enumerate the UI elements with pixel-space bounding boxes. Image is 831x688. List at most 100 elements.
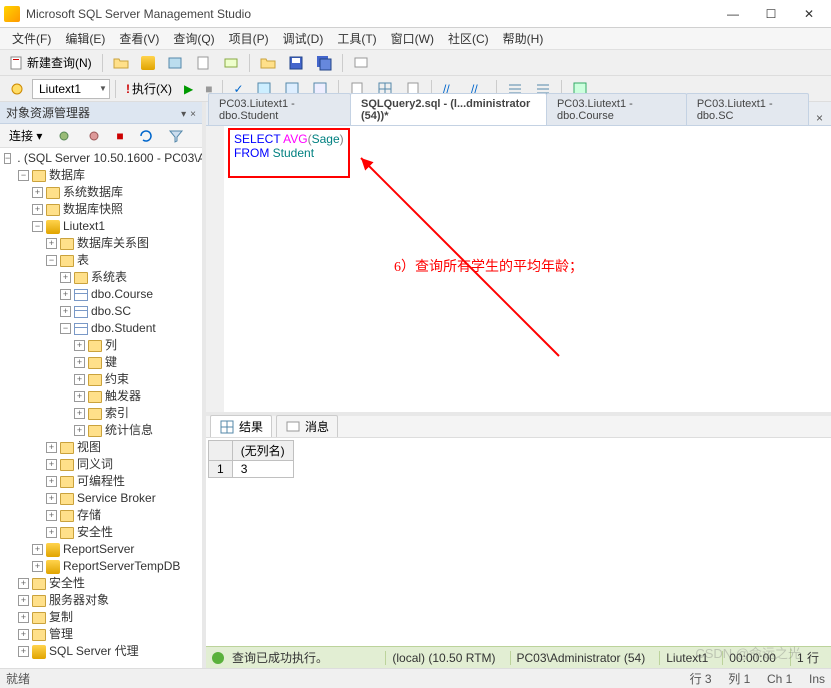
tree-db-diagram[interactable]: 数据库关系图	[77, 235, 149, 252]
db-engine-button[interactable]	[136, 53, 160, 73]
tree-tables[interactable]: 表	[77, 252, 89, 269]
annotation-text: 6）查询所有学生的平均年龄；	[394, 256, 583, 276]
connect-button[interactable]: 连接 ▾	[4, 124, 47, 147]
tree-db-snap[interactable]: 数据库快照	[63, 201, 123, 218]
results-tab-messages[interactable]: 消息	[276, 415, 338, 437]
oe-tool2[interactable]	[81, 125, 107, 147]
save-all-icon	[316, 55, 332, 71]
window-title: Microsoft SQL Server Management Studio	[26, 7, 721, 21]
tree-reportserver[interactable]: ReportServer	[63, 541, 134, 558]
tree-synonyms[interactable]: 同义词	[77, 456, 113, 473]
tab-sc[interactable]: PC03.Liutext1 - dbo.SC	[686, 93, 809, 125]
tree-liutext1[interactable]: Liutext1	[63, 218, 105, 235]
oe-refresh[interactable]	[133, 125, 159, 147]
tree-sc[interactable]: dbo.SC	[91, 303, 131, 320]
new-query-label: 新建查询(N)	[27, 54, 92, 71]
tab-sqlquery2[interactable]: SQLQuery2.sql - (l...dministrator (54))*	[350, 93, 547, 125]
paren-close: )	[340, 132, 344, 146]
database-combo[interactable]: Liutext1 ▼	[32, 79, 110, 99]
refresh-icon	[138, 128, 154, 144]
tree-storage[interactable]: 存储	[77, 507, 101, 524]
oe-close-icon[interactable]: ×	[190, 109, 196, 120]
object-explorer-toolbar: 连接 ▾ ■	[0, 124, 202, 148]
tree-server[interactable]: . (SQL Server 10.50.1600 - PC03\Administ	[17, 150, 202, 167]
menu-view[interactable]: 查看(V)	[113, 28, 165, 49]
results-panel: 结果 消息 (无列名) 13 查询已成功执行。 (local) (10.50 R…	[206, 416, 831, 668]
new-query-button[interactable]: 新建查询(N)	[4, 51, 97, 74]
database-icon	[141, 56, 155, 70]
tree-agent[interactable]: SQL Server 代理	[49, 643, 139, 660]
menu-tools[interactable]: 工具(T)	[331, 28, 382, 49]
package-icon	[223, 55, 239, 71]
tree-databases[interactable]: 数据库	[49, 167, 85, 184]
oe-filter[interactable]	[163, 125, 189, 147]
oe-dropdown-icon[interactable]: ▾	[181, 109, 186, 120]
tree-security-db[interactable]: 安全性	[77, 524, 113, 541]
col-sage: Sage	[312, 132, 340, 146]
menu-help[interactable]: 帮助(H)	[497, 28, 550, 49]
db-selector-prefix[interactable]	[4, 78, 30, 100]
tree-server-objects[interactable]: 服务器对象	[49, 592, 109, 609]
tree-security[interactable]: 安全性	[49, 575, 85, 592]
query-status-bar: 查询已成功执行。 (local) (10.50 RTM) PC03\Admini…	[206, 646, 831, 668]
tree-replication[interactable]: 复制	[49, 609, 73, 626]
tab-student[interactable]: PC03.Liutext1 - dbo.Student	[208, 93, 351, 125]
status-line: 行 3	[690, 672, 712, 686]
tree-sys-db[interactable]: 系统数据库	[63, 184, 123, 201]
debug-button[interactable]: ▶	[179, 79, 198, 99]
analysis-button[interactable]	[162, 52, 188, 74]
menu-query[interactable]: 查询(Q)	[167, 28, 220, 49]
ssis-button[interactable]	[218, 52, 244, 74]
open-file-button[interactable]	[255, 52, 281, 74]
menu-edit[interactable]: 编辑(E)	[59, 28, 111, 49]
menu-community[interactable]: 社区(C)	[442, 28, 495, 49]
main-area: PC03.Liutext1 - dbo.Student SQLQuery2.sq…	[206, 102, 831, 668]
object-explorer-tree[interactable]: −. (SQL Server 10.50.1600 - PC03\Adminis…	[0, 148, 202, 668]
sql-editor[interactable]: SELECT AVG(Sage) FROM Student 6）查询	[224, 126, 831, 412]
activity-button[interactable]	[348, 52, 374, 74]
title-bar: Microsoft SQL Server Management Studio —…	[0, 0, 831, 28]
open-button[interactable]	[108, 52, 134, 74]
results-tabs: 结果 消息	[206, 416, 831, 438]
oe-tool1[interactable]	[51, 125, 77, 147]
tree-columns[interactable]: 列	[105, 337, 117, 354]
save-all-button[interactable]	[311, 52, 337, 74]
menu-debug[interactable]: 调试(D)	[277, 28, 330, 49]
menu-file[interactable]: 文件(F)	[6, 28, 57, 49]
tree-views[interactable]: 视图	[77, 439, 101, 456]
close-button[interactable]: ✕	[797, 7, 821, 21]
results-tab-grid[interactable]: 结果	[210, 415, 272, 437]
tree-keys[interactable]: 键	[105, 354, 117, 371]
tree-service-broker[interactable]: Service Broker	[77, 490, 156, 507]
tree-stats[interactable]: 统计信息	[105, 422, 153, 439]
min-button[interactable]: —	[721, 7, 745, 21]
reporting-button[interactable]	[190, 52, 216, 74]
tree-indexes[interactable]: 索引	[105, 405, 129, 422]
tree-reportservertemp[interactable]: ReportServerTempDB	[63, 558, 180, 575]
tree-constraints[interactable]: 约束	[105, 371, 129, 388]
save-button[interactable]	[283, 52, 309, 74]
tree-programmability[interactable]: 可编程性	[77, 473, 125, 490]
tab-close-icon[interactable]: ×	[808, 111, 831, 125]
kw-avg: AVG	[283, 132, 307, 146]
oe-stop[interactable]: ■	[111, 126, 128, 146]
tree-student[interactable]: dbo.Student	[91, 320, 156, 337]
app-icon	[4, 6, 20, 22]
execute-button[interactable]: ! 执行(X)	[121, 77, 177, 100]
highlighted-code-box: SELECT AVG(Sage) FROM Student	[228, 128, 350, 178]
status-ok-icon	[212, 652, 224, 664]
monitor-icon	[353, 55, 369, 71]
tab-course[interactable]: PC03.Liutext1 - dbo.Course	[546, 93, 687, 125]
grid-rownum-1[interactable]: 1	[209, 461, 233, 478]
grid-header-0[interactable]: (无列名)	[232, 441, 293, 461]
tree-triggers[interactable]: 触发器	[105, 388, 141, 405]
tree-management[interactable]: 管理	[49, 626, 73, 643]
results-grid[interactable]: (无列名) 13	[206, 438, 831, 646]
tree-course[interactable]: dbo.Course	[91, 286, 153, 303]
kw-select: SELECT	[234, 132, 280, 146]
menu-window[interactable]: 窗口(W)	[385, 28, 440, 49]
max-button[interactable]: ☐	[759, 7, 783, 21]
menu-project[interactable]: 项目(P)	[223, 28, 275, 49]
grid-cell-0-0[interactable]: 3	[232, 461, 293, 478]
tree-sys-tables[interactable]: 系统表	[91, 269, 127, 286]
